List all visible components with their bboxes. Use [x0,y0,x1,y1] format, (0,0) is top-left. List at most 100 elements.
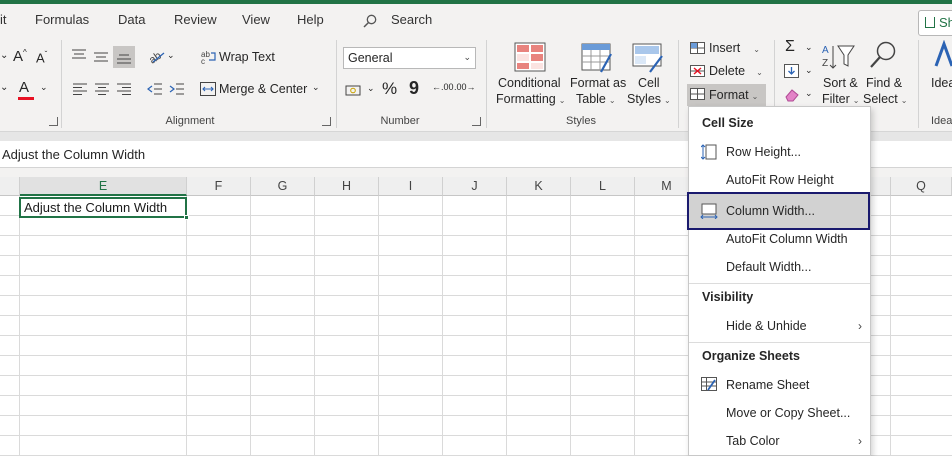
autofit-column-width-item[interactable]: AutoFit Column Width [689,226,870,252]
font-color-caret[interactable]: ⌄ [40,82,48,93]
alignment-dialog-launcher-icon[interactable] [322,117,331,126]
format-cells-icon[interactable] [690,88,706,101]
svg-text:Z: Z [822,58,828,69]
row-height-item[interactable]: Row Height... [689,139,870,165]
formula-bar-content[interactable]: Adjust the Column Width [2,147,145,162]
number-format-dropdown[interactable]: General ⌄ [343,47,476,69]
increase-decimal-button[interactable]: ←.00 [432,82,454,92]
number-dialog-launcher-icon[interactable] [472,117,481,126]
hide-unhide-item[interactable]: Hide & Unhide › [689,313,870,339]
orientation-icon[interactable]: ab [147,48,167,64]
column-header-h[interactable]: H [315,177,379,196]
cell-styles-button[interactable]: Styles ⌄ [627,92,671,106]
insert-button[interactable]: Insert ⌄ [709,41,760,55]
tab-layout-partial[interactable]: it [0,12,7,27]
ideas-icon[interactable] [932,40,952,72]
find-select-label-1[interactable]: Find & [866,76,902,90]
align-center-icon[interactable] [94,82,110,96]
accounting-format-icon[interactable] [345,83,363,97]
search-icon[interactable] [363,14,377,28]
ideas-button[interactable]: Idea [931,76,952,90]
column-header-g[interactable]: G [251,177,315,196]
sort-filter-label-1[interactable]: Sort & [823,76,858,90]
column-header-partial[interactable] [0,177,20,196]
decrease-decimal-button[interactable]: .00→ [454,82,476,92]
align-right-icon[interactable] [116,82,132,96]
column-header-l[interactable]: L [571,177,635,196]
tab-data[interactable]: Data [118,12,145,27]
styles-group-label: Styles [566,115,596,127]
merge-center-caret[interactable]: ⌄ [312,82,320,93]
accounting-format-caret[interactable]: ⌄ [367,83,375,94]
decrease-font-button[interactable]: Aˇ [36,50,47,65]
conditional-formatting-button[interactable]: Formatting ⌄ [496,92,565,106]
format-button[interactable]: Format ⌄ [709,88,758,102]
font-color-button[interactable]: A [19,79,29,96]
align-left-icon[interactable] [72,82,88,96]
column-header-j[interactable]: J [443,177,507,196]
align-middle-icon[interactable] [93,50,109,64]
autofit-column-width-label: AutoFit Column Width [726,232,848,246]
group-separator [336,40,337,128]
search-box-label[interactable]: Search [391,12,432,27]
clear-eraser-icon[interactable] [784,88,800,102]
autosum-icon[interactable]: Σ [785,38,795,56]
svg-text:A: A [822,45,829,56]
move-copy-sheet-item[interactable]: Move or Copy Sheet... [689,400,870,426]
column-header-e[interactable]: E [20,177,187,196]
column-header-i[interactable]: I [379,177,443,196]
increase-font-button[interactable]: A^ [13,48,27,65]
tab-review[interactable]: Review [174,12,217,27]
find-select-icon[interactable] [868,40,898,72]
column-line [506,196,507,456]
align-top-icon[interactable] [71,48,87,62]
merge-center-icon[interactable] [200,82,216,96]
insert-cells-icon[interactable] [690,42,706,55]
format-as-table-button[interactable]: Table ⌄ [576,92,616,106]
delete-cells-icon[interactable] [690,65,706,78]
rename-sheet-item[interactable]: Rename Sheet [689,372,870,398]
column-header-q[interactable]: Q [891,177,952,196]
row-height-icon [701,144,717,160]
align-bottom-icon[interactable] [116,51,132,65]
format-as-table-label-1[interactable]: Format as [570,76,626,90]
conditional-formatting-label-1[interactable]: Conditional [498,76,561,90]
active-cell-e[interactable]: Adjust the Column Width [19,197,187,218]
percent-style-button[interactable]: % [382,79,397,99]
conditional-formatting-icon[interactable] [514,42,546,72]
autofit-row-height-item[interactable]: AutoFit Row Height [689,167,870,193]
find-select-button[interactable]: Select ⌄ [863,92,907,106]
tab-formulas[interactable]: Formulas [35,12,89,27]
sort-filter-icon[interactable]: AZ [822,42,856,72]
cell-styles-icon[interactable] [632,42,664,74]
decrease-indent-icon[interactable] [147,82,163,96]
column-header-k[interactable]: K [507,177,571,196]
wrap-text-icon[interactable]: abc [201,49,217,65]
format-as-table-icon[interactable] [581,42,613,74]
tab-color-item[interactable]: Tab Color › [689,428,870,454]
column-header-f[interactable]: F [187,177,251,196]
fill-icon[interactable] [784,64,800,78]
rename-sheet-icon [701,377,717,391]
tab-view[interactable]: View [242,12,270,27]
fill-caret[interactable]: ⌄ [805,65,813,76]
merge-center-button[interactable]: Merge & Center [219,82,307,96]
autosum-caret[interactable]: ⌄ [805,42,813,53]
font-dialog-launcher-icon[interactable] [49,117,58,126]
fill-color-dropdown-partial[interactable]: ⌄ [0,82,8,93]
sort-filter-button[interactable]: Filter ⌄ [822,92,859,106]
cell-styles-label-1[interactable]: Cell [638,76,660,90]
column-width-item[interactable]: Column Width... [687,192,870,230]
fill-handle[interactable] [184,215,189,220]
orientation-caret[interactable]: ⌄ [167,50,175,61]
increase-indent-icon[interactable] [169,82,185,96]
comma-style-button[interactable]: 9 [409,78,419,99]
wrap-text-button[interactable]: Wrap Text [219,50,275,64]
font-size-dropdown-partial[interactable]: ⌄ [0,50,8,61]
tab-help[interactable]: Help [297,12,324,27]
default-width-item[interactable]: Default Width... [689,254,870,280]
share-button[interactable]: Sh [918,10,952,36]
group-separator [486,40,487,128]
clear-caret[interactable]: ⌄ [805,88,813,99]
delete-button[interactable]: Delete ⌄ [709,64,763,78]
